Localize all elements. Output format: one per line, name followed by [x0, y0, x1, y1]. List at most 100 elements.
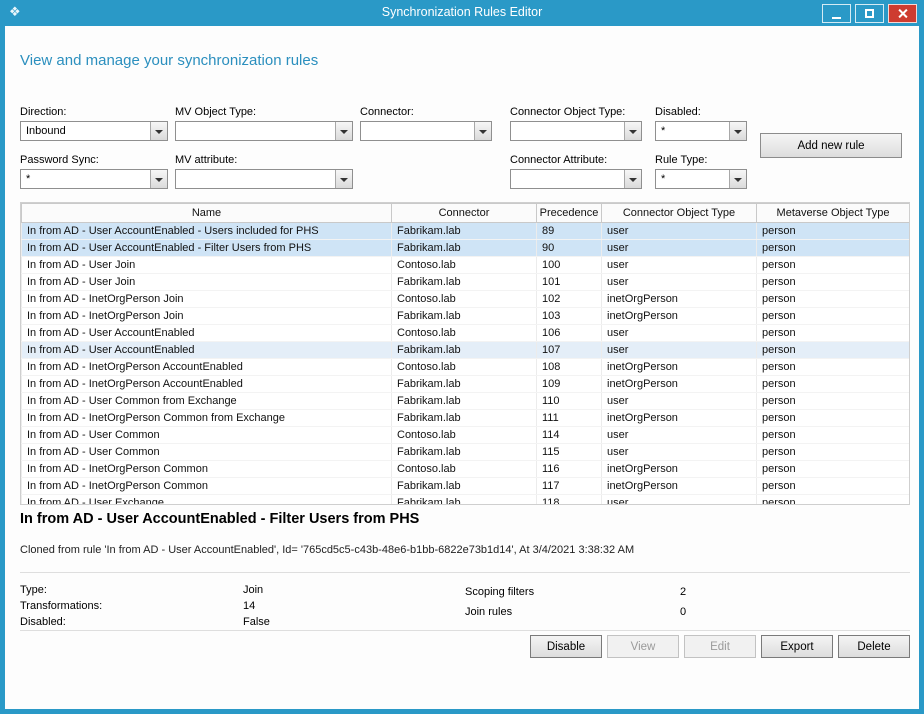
disable-button[interactable]: Disable — [530, 635, 602, 658]
cell-name: In from AD - User Common from Exchange — [22, 393, 392, 410]
connector-select[interactable] — [360, 121, 492, 141]
cell-precedence: 111 — [537, 410, 602, 427]
cell-name: In from AD - InetOrgPerson Join — [22, 291, 392, 308]
cell-precedence: 107 — [537, 342, 602, 359]
connector-attribute-select[interactable] — [510, 169, 642, 189]
disabled-select[interactable]: * — [655, 121, 747, 141]
cell-name: In from AD - InetOrgPerson Common from E… — [22, 410, 392, 427]
table-row[interactable]: In from AD - User Exchange Fabrikam.lab … — [22, 495, 910, 506]
cell-connector-object-type: inetOrgPerson — [602, 308, 757, 325]
delete-button[interactable]: Delete — [838, 635, 910, 658]
table-row[interactable]: In from AD - User Common Contoso.lab 114… — [22, 427, 910, 444]
cell-precedence: 115 — [537, 444, 602, 461]
chevron-down-icon[interactable] — [335, 170, 352, 188]
cell-connector: Fabrikam.lab — [392, 223, 537, 240]
chevron-down-icon[interactable] — [729, 122, 746, 140]
column-header-name[interactable]: Name — [22, 204, 392, 223]
chevron-down-icon[interactable] — [150, 122, 167, 140]
cell-precedence: 116 — [537, 461, 602, 478]
cell-connector: Fabrikam.lab — [392, 478, 537, 495]
cell-connector: Contoso.lab — [392, 461, 537, 478]
cell-connector: Fabrikam.lab — [392, 444, 537, 461]
view-button[interactable]: View — [607, 635, 679, 658]
minimize-button[interactable] — [822, 4, 851, 23]
direction-select[interactable]: Inbound — [20, 121, 168, 141]
cell-connector-object-type: inetOrgPerson — [602, 478, 757, 495]
table-header-row: Name Connector Precedence Connector Obje… — [22, 204, 910, 223]
cell-connector-object-type: user — [602, 393, 757, 410]
cell-connector: Fabrikam.lab — [392, 495, 537, 506]
chevron-down-icon[interactable] — [335, 122, 352, 140]
cell-connector: Fabrikam.lab — [392, 376, 537, 393]
cell-name: In from AD - User Join — [22, 257, 392, 274]
cell-metaverse-object-type: person — [757, 393, 910, 410]
cell-connector-object-type: user — [602, 495, 757, 506]
page-title: View and manage your synchronization rul… — [20, 52, 318, 69]
cell-connector: Fabrikam.lab — [392, 240, 537, 257]
disabled-field-value: False — [243, 616, 270, 628]
add-new-rule-button[interactable]: Add new rule — [760, 133, 902, 158]
table-row[interactable]: In from AD - InetOrgPerson AccountEnable… — [22, 359, 910, 376]
column-header-metaverse-object-type[interactable]: Metaverse Object Type — [757, 204, 910, 223]
mv-attribute-select[interactable] — [175, 169, 353, 189]
table-row[interactable]: In from AD - InetOrgPerson Common Fabrik… — [22, 478, 910, 495]
column-header-connector-object-type[interactable]: Connector Object Type — [602, 204, 757, 223]
chevron-down-icon[interactable] — [729, 170, 746, 188]
table-row[interactable]: In from AD - User Join Contoso.lab 100 u… — [22, 257, 910, 274]
close-button[interactable] — [888, 4, 917, 23]
mv-object-type-select[interactable] — [175, 121, 353, 141]
table-row[interactable]: In from AD - InetOrgPerson Join Contoso.… — [22, 291, 910, 308]
maximize-icon — [865, 9, 874, 18]
cell-precedence: 109 — [537, 376, 602, 393]
cell-connector: Fabrikam.lab — [392, 274, 537, 291]
password-sync-select[interactable]: * — [20, 169, 168, 189]
chevron-down-icon[interactable] — [624, 170, 641, 188]
cell-name: In from AD - User AccountEnabled - Filte… — [22, 240, 392, 257]
cell-metaverse-object-type: person — [757, 308, 910, 325]
edit-button[interactable]: Edit — [684, 635, 756, 658]
cell-precedence: 100 — [537, 257, 602, 274]
table-row[interactable]: In from AD - User AccountEnabled - Users… — [22, 223, 910, 240]
table-row[interactable]: In from AD - InetOrgPerson Common Contos… — [22, 461, 910, 478]
table-row[interactable]: In from AD - User AccountEnabled Fabrika… — [22, 342, 910, 359]
table-row[interactable]: In from AD - User Common Fabrikam.lab 11… — [22, 444, 910, 461]
cell-name: In from AD - User Exchange — [22, 495, 392, 506]
table-row[interactable]: In from AD - InetOrgPerson Join Fabrikam… — [22, 308, 910, 325]
cell-connector-object-type: user — [602, 274, 757, 291]
table-row[interactable]: In from AD - User Join Fabrikam.lab 101 … — [22, 274, 910, 291]
export-button[interactable]: Export — [761, 635, 833, 658]
column-header-precedence[interactable]: Precedence — [537, 204, 602, 223]
selected-rule-description: Cloned from rule 'In from AD - User Acco… — [20, 544, 634, 556]
rules-table: Name Connector Precedence Connector Obje… — [21, 203, 910, 505]
cell-metaverse-object-type: person — [757, 359, 910, 376]
cell-name: In from AD - InetOrgPerson AccountEnable… — [22, 359, 392, 376]
cell-metaverse-object-type: person — [757, 325, 910, 342]
table-row[interactable]: In from AD - User Common from Exchange F… — [22, 393, 910, 410]
client-area: View and manage your synchronization rul… — [5, 26, 919, 709]
cell-name: In from AD - InetOrgPerson Common — [22, 461, 392, 478]
cell-connector-object-type: inetOrgPerson — [602, 291, 757, 308]
cell-name: In from AD - InetOrgPerson Join — [22, 308, 392, 325]
table-row[interactable]: In from AD - InetOrgPerson AccountEnable… — [22, 376, 910, 393]
maximize-button[interactable] — [855, 4, 884, 23]
title-bar: ❖ Synchronization Rules Editor — [0, 0, 924, 26]
close-icon — [889, 5, 916, 22]
connector-object-type-select[interactable] — [510, 121, 642, 141]
chevron-down-icon[interactable] — [474, 122, 491, 140]
cell-connector: Contoso.lab — [392, 291, 537, 308]
divider — [20, 630, 910, 631]
rules-table-body: In from AD - User AccountEnabled - Users… — [22, 223, 910, 506]
chevron-down-icon[interactable] — [624, 122, 641, 140]
rule-type-select[interactable]: * — [655, 169, 747, 189]
table-row[interactable]: In from AD - User AccountEnabled Contoso… — [22, 325, 910, 342]
cell-metaverse-object-type: person — [757, 376, 910, 393]
cell-precedence: 117 — [537, 478, 602, 495]
cell-metaverse-object-type: person — [757, 257, 910, 274]
cell-connector-object-type: inetOrgPerson — [602, 376, 757, 393]
column-header-connector[interactable]: Connector — [392, 204, 537, 223]
cell-metaverse-object-type: person — [757, 291, 910, 308]
chevron-down-icon[interactable] — [150, 170, 167, 188]
table-row[interactable]: In from AD - User AccountEnabled - Filte… — [22, 240, 910, 257]
table-row[interactable]: In from AD - InetOrgPerson Common from E… — [22, 410, 910, 427]
cell-connector-object-type: user — [602, 342, 757, 359]
